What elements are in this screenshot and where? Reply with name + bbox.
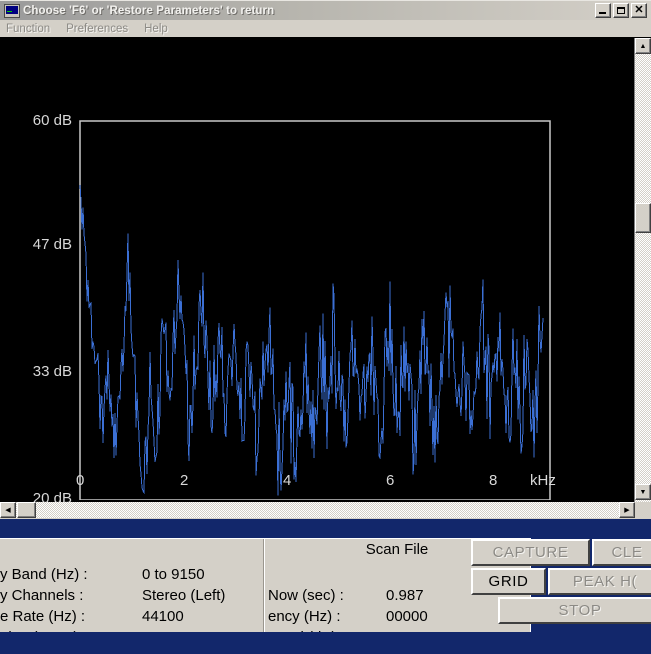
scroll-down-button[interactable]: ▼ bbox=[635, 484, 651, 500]
stop-button[interactable]: STOP bbox=[498, 597, 651, 624]
status-row-frequency-band: y Band (Hz) : 0 to 9150 bbox=[0, 566, 205, 583]
capture-button[interactable]: CAPTURE bbox=[471, 539, 590, 566]
close-icon: ✕ bbox=[634, 3, 644, 16]
status-row-sample-rate: e Rate (Hz) : 44100 bbox=[0, 608, 184, 625]
scroll-right-button[interactable]: ▶ bbox=[619, 502, 635, 518]
grid-button[interactable]: GRID bbox=[471, 568, 546, 595]
maximize-icon bbox=[617, 7, 625, 14]
scroll-up-button[interactable]: ▲ bbox=[635, 38, 651, 54]
x-axis-tick-1: 2 bbox=[180, 472, 189, 489]
peak-hold-button[interactable]: PEAK H( bbox=[548, 568, 651, 595]
status-value-frequency-hz: 00000 bbox=[386, 608, 428, 625]
status-row-frequency-hz: ency (Hz) : 00000 bbox=[268, 608, 428, 625]
status-value-frequency-band: 0 to 9150 bbox=[142, 566, 205, 583]
menu-item-function[interactable]: Function bbox=[6, 23, 50, 35]
status-value-channels: Stereo (Left) bbox=[142, 587, 226, 604]
status-label-now-sec: Now (sec) : bbox=[268, 587, 344, 604]
status-value-now-sec: 0.987 bbox=[386, 587, 424, 604]
close-button[interactable]: ✕ bbox=[631, 3, 647, 18]
x-axis-tick-3: 6 bbox=[386, 472, 395, 489]
scroll-down-icon: ▼ bbox=[639, 488, 647, 496]
title-bar[interactable]: Choose 'F6' or 'Restore Parameters' to r… bbox=[0, 0, 651, 20]
minimize-icon bbox=[599, 12, 606, 14]
scroll-left-button[interactable]: ◀ bbox=[0, 502, 16, 518]
clear-button[interactable]: CLE bbox=[592, 539, 651, 566]
scroll-right-icon: ▶ bbox=[624, 507, 630, 514]
application-icon bbox=[4, 3, 20, 18]
status-row-now-sec: Now (sec) : 0.987 bbox=[268, 587, 424, 604]
status-label-sample-rate: e Rate (Hz) : bbox=[0, 608, 86, 625]
menu-item-help[interactable]: Help bbox=[144, 23, 168, 35]
window-title: Choose 'F6' or 'Restore Parameters' to r… bbox=[23, 4, 275, 17]
x-axis-unit-label: kHz bbox=[530, 472, 556, 489]
navy-band-top bbox=[0, 519, 651, 538]
status-value-level-db: 000 bbox=[386, 629, 411, 632]
status-label-channels: y Channels : bbox=[0, 587, 84, 604]
status-panel: Scan File y Band (Hz) :0 to 9150 y Chann… bbox=[0, 538, 531, 632]
status-row-averaging: ging (msec) :0 bbox=[0, 629, 150, 632]
status-row-level-db: Level (dB) :000 bbox=[268, 629, 411, 632]
menu-item-preferences[interactable]: Preferences bbox=[66, 23, 128, 35]
y-axis-tick-2: 33 dB bbox=[32, 363, 72, 380]
status-label-averaging: ging (msec) : bbox=[0, 629, 142, 632]
scroll-left-icon: ◀ bbox=[5, 507, 11, 514]
horizontal-scrollbar-thumb[interactable] bbox=[17, 502, 36, 518]
status-value-averaging: 0 bbox=[142, 629, 150, 632]
status-label-level-db: Level (dB) : bbox=[268, 629, 386, 632]
minimize-button[interactable] bbox=[595, 3, 611, 18]
status-label-frequency-band: y Band (Hz) : bbox=[0, 566, 88, 583]
status-label-frequency-hz: ency (Hz) : bbox=[268, 608, 341, 625]
spectrum-plot[interactable]: 60 dB 47 dB 33 dB 20 dB 0 2 4 6 8 kHz bbox=[0, 38, 625, 507]
spectrum-svg bbox=[79, 120, 551, 500]
vertical-scrollbar-thumb[interactable] bbox=[635, 203, 651, 233]
scroll-up-icon: ▲ bbox=[639, 42, 647, 50]
status-row-channels: y Channels : Stereo (Left) bbox=[0, 587, 225, 604]
navy-band-bottom bbox=[0, 632, 651, 654]
x-axis-tick-0: 0 bbox=[76, 472, 85, 489]
application-window: Choose 'F6' or 'Restore Parameters' to r… bbox=[0, 0, 651, 654]
menu-bar: Function Preferences Help bbox=[0, 20, 651, 38]
y-axis-tick-1: 47 dB bbox=[32, 236, 72, 253]
x-axis-tick-4: 8 bbox=[489, 472, 498, 489]
vertical-scrollbar[interactable]: ▲ ▼ bbox=[634, 38, 651, 518]
horizontal-scrollbar-track[interactable] bbox=[16, 502, 619, 518]
plot-client-area: 60 dB 47 dB 33 dB 20 dB 0 2 4 6 8 kHz bbox=[0, 38, 651, 518]
x-axis-tick-2: 4 bbox=[283, 472, 292, 489]
horizontal-scrollbar[interactable]: ◀ ▶ bbox=[0, 502, 651, 519]
maximize-button[interactable] bbox=[613, 3, 629, 18]
status-value-sample-rate: 44100 bbox=[142, 608, 184, 625]
window-controls: ✕ bbox=[595, 3, 647, 18]
vertical-scrollbar-track[interactable] bbox=[635, 54, 651, 502]
y-axis-tick-0: 60 dB bbox=[32, 112, 72, 129]
